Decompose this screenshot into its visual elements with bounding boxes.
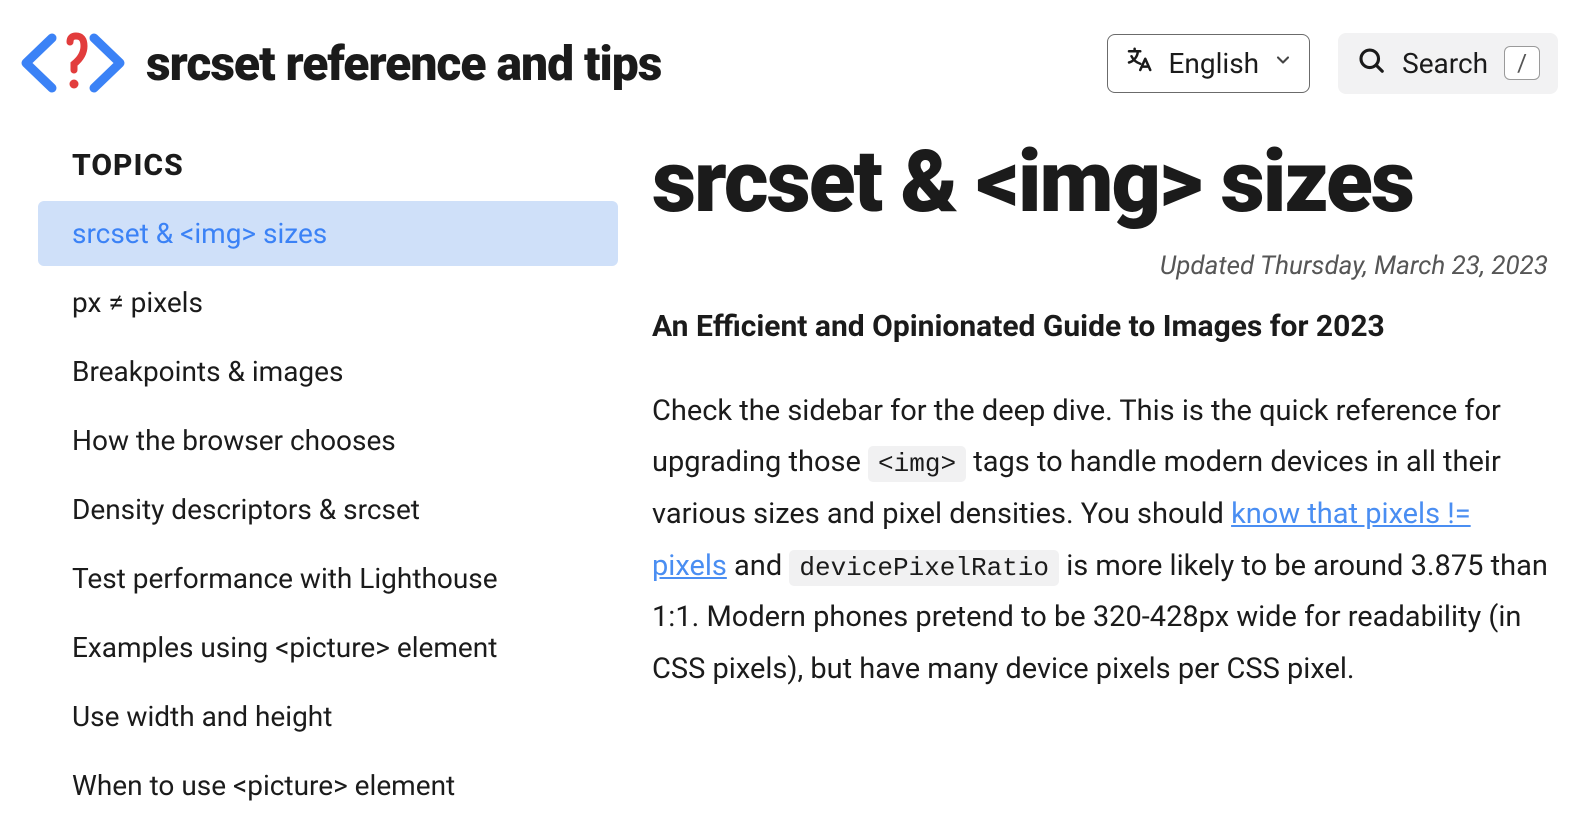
layout: TOPICS srcset & <img> sizes px ≠ pixels … xyxy=(0,116,1588,822)
site-title: srcset reference and tips xyxy=(146,35,661,92)
sidebar: TOPICS srcset & <img> sizes px ≠ pixels … xyxy=(38,136,618,822)
search-shortcut-key: / xyxy=(1504,46,1540,80)
logo-icon xyxy=(18,28,128,98)
sidebar-item-browser-chooses[interactable]: How the browser chooses xyxy=(38,408,618,473)
logo-area[interactable]: srcset reference and tips xyxy=(18,28,661,98)
article-subtitle: An Efficient and Opinionated Guide to Im… xyxy=(652,309,1548,344)
language-selector[interactable]: English xyxy=(1107,34,1310,93)
sidebar-item-density-descriptors[interactable]: Density descriptors & srcset xyxy=(38,477,618,542)
main-content: srcset & <img> sizes Updated Thursday, M… xyxy=(618,136,1558,822)
sidebar-item-px-not-pixels[interactable]: px ≠ pixels xyxy=(38,270,618,335)
sidebar-item-lighthouse[interactable]: Test performance with Lighthouse xyxy=(38,546,618,611)
sidebar-item-picture-examples[interactable]: Examples using <picture> element xyxy=(38,615,618,680)
search-icon xyxy=(1356,45,1386,82)
code-inline-img: <img> xyxy=(868,446,966,482)
search-label: Search xyxy=(1402,47,1488,80)
sidebar-item-srcset-sizes[interactable]: srcset & <img> sizes xyxy=(38,201,618,266)
language-label: English xyxy=(1168,47,1259,80)
sidebar-item-breakpoints[interactable]: Breakpoints & images xyxy=(38,339,618,404)
article-title: srcset & <img> sizes xyxy=(652,136,1548,229)
code-inline-dpr: devicePixelRatio xyxy=(789,550,1059,586)
article-updated: Updated Thursday, March 23, 2023 xyxy=(652,251,1548,281)
search-button[interactable]: Search / xyxy=(1338,33,1558,94)
chevron-down-icon xyxy=(1273,50,1293,76)
sidebar-item-when-picture[interactable]: When to use <picture> element xyxy=(38,753,618,818)
sidebar-heading: TOPICS xyxy=(38,136,618,201)
header: srcset reference and tips English Search… xyxy=(0,0,1588,116)
sidebar-item-width-height[interactable]: Use width and height xyxy=(38,684,618,749)
article-body: Check the sidebar for the deep dive. Thi… xyxy=(652,386,1548,696)
body-text-segment: and xyxy=(727,549,790,583)
translate-icon xyxy=(1124,45,1154,82)
